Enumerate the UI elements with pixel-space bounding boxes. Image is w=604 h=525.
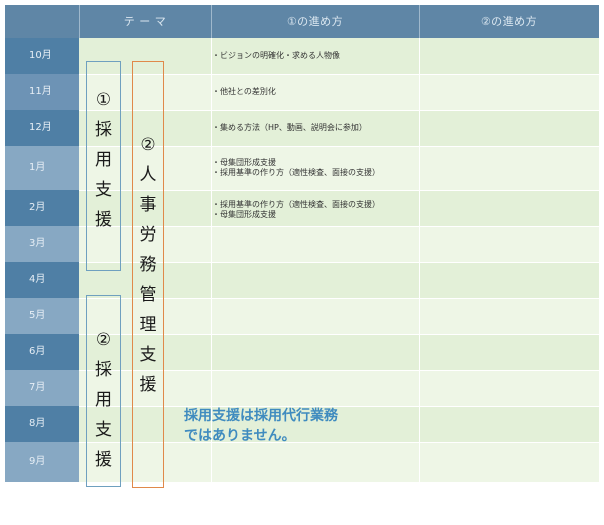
month-cell: 6月 — [5, 334, 79, 370]
month-cell: 3月 — [5, 226, 79, 262]
vertical-char: 管 — [139, 285, 157, 305]
header-theme: テ ー マ — [123, 15, 167, 28]
month-cell: 12月 — [5, 110, 79, 146]
month-cell: 11月 — [5, 74, 79, 110]
method1-note-nov: ・他社との差別化 — [212, 87, 276, 96]
header-divider — [211, 5, 212, 38]
theme-box-recruit-1-label: ① 採 用 支 援 — [86, 85, 121, 235]
vertical-char: 支 — [139, 345, 157, 365]
vertical-char: 採 — [95, 120, 112, 140]
method1-note-feb: ・採用基準の作り方（適性検査、面接の支援） ・母集団形成支援 — [212, 200, 380, 219]
method1-note-dec: ・集める方法（HP、動画、説明会に参加） — [212, 123, 367, 132]
table-header: テ ー マ ①の進め方 ②の進め方 — [5, 5, 599, 38]
vertical-char: 人 — [139, 165, 157, 185]
vertical-char: 支 — [95, 180, 112, 200]
vertical-char: ① — [95, 90, 112, 110]
callout-line: ではありません。 — [184, 428, 296, 444]
header-method2: ②の進め方 — [480, 15, 538, 28]
callout-text: 採用支援は採用代行業務 ではありません。 — [184, 406, 338, 446]
header-blank — [5, 5, 79, 38]
vertical-char: 労 — [139, 225, 157, 245]
month-cell: 8月 — [5, 406, 79, 442]
vertical-char: 用 — [95, 390, 112, 410]
vertical-char: ② — [95, 330, 112, 350]
vertical-char: 採 — [95, 360, 112, 380]
month-cell: 5月 — [5, 298, 79, 334]
month-column: 10月 11月 12月 1月 2月 3月 4月 5月 6月 7月 8月 9月 — [5, 38, 79, 518]
month-cell: 4月 — [5, 262, 79, 298]
vertical-char: ② — [140, 135, 156, 155]
month-cell: 10月 — [5, 38, 79, 74]
month-cell: 9月 — [5, 442, 79, 482]
method1-note-oct: ・ビジョンの明確化・求める人物像 — [212, 51, 340, 60]
vertical-char: 事 — [139, 195, 157, 215]
month-cell: 2月 — [5, 190, 79, 226]
vertical-char: 理 — [139, 315, 157, 335]
vertical-char: 援 — [95, 210, 112, 230]
theme-box-recruit-2-label: ② 採 用 支 援 — [86, 325, 121, 475]
month-cell: 7月 — [5, 370, 79, 406]
header-method1: ①の進め方 — [286, 15, 344, 28]
theme-box-hr-labor-label: ② 人 事 労 務 管 理 支 援 — [132, 130, 164, 400]
callout-line: 採用支援は採用代行業務 — [184, 408, 338, 424]
header-divider — [79, 5, 80, 38]
month-cell: 1月 — [5, 146, 79, 190]
header-divider — [419, 5, 420, 38]
method1-note-jan: ・母集団形成支援 ・採用基準の作り方（適性検査、面接の支援） — [212, 158, 380, 177]
vertical-char: 支 — [95, 420, 112, 440]
vertical-char: 用 — [95, 150, 112, 170]
vertical-char: 援 — [95, 450, 112, 470]
vertical-char: 援 — [139, 375, 157, 395]
vertical-char: 務 — [139, 255, 157, 275]
